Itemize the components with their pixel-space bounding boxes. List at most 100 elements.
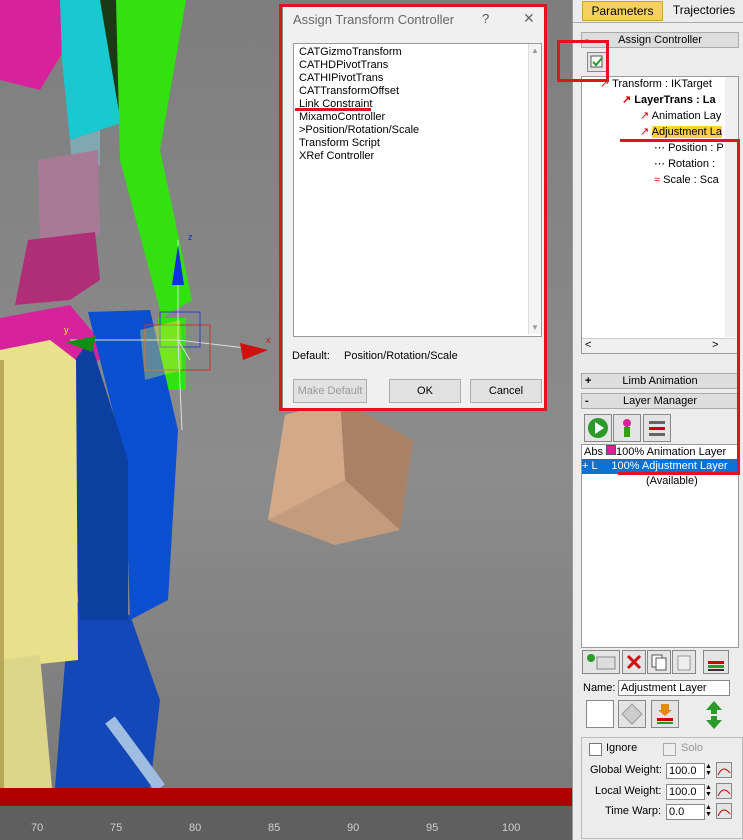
rollout-title: Limb Animation: [622, 375, 698, 387]
expand-icon: +: [585, 375, 592, 387]
global-weight-spinner[interactable]: ▲ ▼: [705, 763, 713, 778]
collapse-layers-button[interactable]: [703, 650, 729, 674]
layer-manager-rollout[interactable]: - Layer Manager: [581, 393, 739, 409]
controller-item[interactable]: CATHIPivotTrans: [299, 72, 383, 85]
local-weight-field[interactable]: 100.0: [666, 784, 705, 800]
ignore-label: Ignore: [606, 742, 638, 754]
move-icon: [621, 703, 643, 725]
make-default-button[interactable]: Make Default: [293, 379, 367, 403]
ruler-tick: 100: [502, 822, 521, 834]
character-icon: [623, 419, 631, 437]
controller-item[interactable]: >Position/Rotation/Scale: [299, 124, 419, 137]
time-warp-curve-button[interactable]: [716, 803, 732, 819]
tab-parameters[interactable]: Parameters: [582, 1, 663, 21]
layer-row-animation[interactable]: Abs 100% Animation Layer: [584, 445, 726, 460]
layer-move-arrows[interactable]: [703, 700, 725, 730]
tree-node-scale[interactable]: ≈ Scale : Sca: [654, 173, 719, 188]
time-warp-label: Time Warp:: [605, 805, 662, 817]
tree-node-position[interactable]: ⋯ Position : P: [654, 141, 724, 156]
axis-x-label: x: [266, 335, 271, 345]
ruler-tick: 95: [426, 822, 439, 834]
list-scrollbar[interactable]: ▲ ▼: [528, 44, 541, 334]
tree-hscrollbar[interactable]: < >: [582, 338, 737, 353]
list-icon: [649, 421, 665, 436]
paste-layer-button[interactable]: [672, 650, 696, 674]
ruler-tick: 90: [347, 822, 360, 834]
tree-node-animation-layer[interactable]: ↗ Animation Lay: [640, 109, 721, 124]
controller-item[interactable]: CATTransformOffset: [299, 85, 399, 98]
play-icon: [588, 418, 608, 438]
tree-node-adjustment-layer[interactable]: ↗ Adjustment La: [640, 125, 722, 140]
controller-item[interactable]: MixamoController: [299, 111, 385, 124]
layer-move-button[interactable]: [618, 700, 646, 728]
add-layer-button[interactable]: [582, 650, 620, 674]
help-button[interactable]: ?: [482, 11, 489, 26]
ignore-checkbox[interactable]: [589, 743, 602, 756]
delete-icon: [626, 654, 642, 670]
controller-item[interactable]: XRef Controller: [299, 150, 374, 163]
delete-layer-button[interactable]: [622, 650, 646, 674]
scroll-left-icon[interactable]: <: [585, 339, 591, 351]
character-chest-magenta: [0, 0, 70, 90]
scroll-right-icon[interactable]: >: [712, 339, 718, 351]
local-weight-curve-button[interactable]: [716, 783, 732, 799]
curve-icon: [717, 809, 731, 817]
scroll-up-icon[interactable]: ▲: [531, 46, 539, 55]
annotation-underline-layer-row: [618, 472, 740, 475]
layer-options-button[interactable]: [643, 414, 671, 442]
collapse-icon: -: [585, 395, 589, 407]
ruler-tick: 80: [189, 822, 202, 834]
time-warp-spinner[interactable]: ▲ ▼: [705, 804, 713, 819]
controller-item[interactable]: Transform Script: [299, 137, 380, 150]
paste-icon: [677, 655, 691, 671]
curve-icon: [717, 789, 731, 797]
add-layer-icon: [587, 654, 616, 670]
global-weight-label: Global Weight:: [590, 764, 662, 776]
controller-list[interactable]: CATGizmoTransform CATHDPivotTrans CATHIP…: [293, 43, 542, 337]
timeline-ruler[interactable]: 70 75 80 85 90 95 100: [0, 806, 572, 840]
ok-button[interactable]: OK: [389, 379, 461, 403]
time-slider-track[interactable]: [0, 788, 572, 806]
axis-z-label: z: [188, 232, 193, 242]
solo-label: Solo: [681, 742, 704, 754]
layer-available[interactable]: (Available): [646, 474, 698, 489]
global-weight-field[interactable]: 100.0: [666, 763, 705, 779]
close-icon[interactable]: ✕: [523, 10, 535, 27]
collapse-icon: -: [585, 34, 589, 46]
annotation-underline-adjustment-layer: [620, 139, 740, 142]
layer-color-swatch[interactable]: [586, 700, 614, 728]
layer-load-button[interactable]: [651, 700, 679, 728]
controller-item[interactable]: CATHDPivotTrans: [299, 59, 388, 72]
controller-tree[interactable]: ↗ Transform : IKTarget ↗ LayerTrans : La…: [581, 76, 739, 354]
ruler-tick: 85: [268, 822, 281, 834]
global-weight-curve-button[interactable]: [716, 762, 732, 778]
tab-trajectories[interactable]: Trajectories: [667, 1, 741, 19]
tree-node-rotation[interactable]: ⋯ Rotation :: [654, 157, 715, 172]
copy-layer-button[interactable]: [647, 650, 671, 674]
tree-node-transform[interactable]: ↗ Transform : IKTarget: [600, 77, 712, 92]
character-thigh-pink: [38, 150, 100, 245]
solo-checkbox[interactable]: [663, 743, 676, 756]
dialog-title: Assign Transform Controller: [293, 12, 455, 27]
local-weight-spinner[interactable]: ▲ ▼: [705, 784, 713, 799]
layer-name-field[interactable]: Adjustment Layer: [618, 680, 730, 696]
controller-item[interactable]: CATGizmoTransform: [299, 46, 402, 59]
assign-controller-button[interactable]: [587, 52, 607, 72]
play-layer-button[interactable]: [584, 414, 612, 442]
ruler-tick: 70: [31, 822, 44, 834]
tree-node-layertrans[interactable]: ↗ LayerTrans : La: [622, 93, 716, 108]
scroll-down-icon[interactable]: ▼: [531, 323, 539, 332]
cancel-button[interactable]: Cancel: [470, 379, 542, 403]
default-value: Position/Rotation/Scale: [344, 350, 458, 362]
annotation-connector-line: [737, 139, 740, 475]
annotation-underline-link-constraint: [295, 108, 371, 111]
load-icon: [657, 704, 673, 724]
axis-y-label: y: [64, 325, 69, 335]
character-layer-button[interactable]: [613, 414, 641, 442]
command-panel: Parameters Trajectories - Assign Control…: [572, 0, 743, 840]
limb-animation-rollout[interactable]: + Limb Animation: [581, 373, 739, 389]
assign-controller-rollout[interactable]: - Assign Controller: [581, 32, 739, 48]
time-warp-field[interactable]: 0.0: [666, 804, 705, 820]
rollout-title: Layer Manager: [623, 395, 697, 407]
local-weight-label: Local Weight:: [595, 785, 662, 797]
